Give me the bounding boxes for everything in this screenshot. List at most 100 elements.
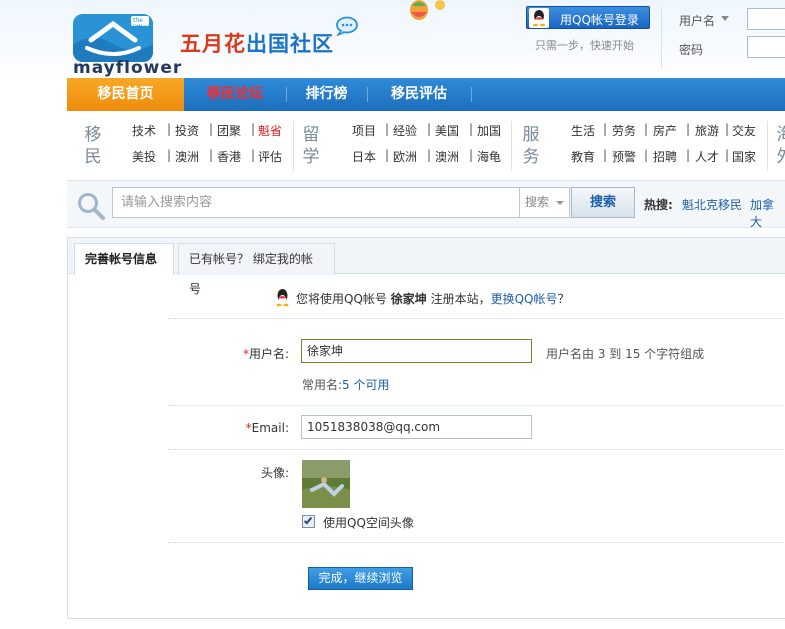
password-label: 密码 [679,43,704,57]
site-logo[interactable]: the little mayflower 五月花出国社区 [67,8,362,78]
category-link[interactable]: 美投 [132,148,156,165]
category-link[interactable]: 美国 [435,122,459,139]
link-separator: | [209,148,214,162]
hot-search-link[interactable]: 加拿大 [750,196,785,230]
link-separator: | [167,148,172,162]
link-separator: | [603,122,608,136]
usual-names-prefix: 常用名: [302,378,343,392]
link-separator: | [644,122,649,136]
link-separator: | [427,148,432,162]
category-heading-char: 务 [522,147,540,167]
category-link[interactable]: 教育 [571,148,595,165]
usual-names-link[interactable]: 5 个可用 [342,378,389,392]
nav-item-home[interactable]: 移民首页 [67,78,184,111]
search-type-select[interactable]: 搜索 [520,187,570,218]
link-separator: | [385,122,390,136]
row-divider [168,318,785,319]
row-divider [168,542,785,543]
category-heading-immigration: 移 民 [83,124,103,168]
balloon-icon [407,0,449,24]
link-separator: | [251,148,256,162]
category-link[interactable]: 团聚 [217,122,241,139]
category-heading-char: 服 [522,125,540,145]
link-separator: | [427,122,432,136]
logo-tagline: the little [133,17,147,31]
tab-complete-account[interactable]: 完善帐号信息 [74,243,174,275]
qq-login-button[interactable]: 用QQ帐号登录 [526,6,650,29]
category-link[interactable]: 劳务 [612,122,636,139]
category-heading-char: 学 [302,147,320,167]
link-separator: | [603,148,608,162]
link-separator: | [251,122,256,136]
speech-bubble-icon [335,16,359,37]
category-link[interactable]: 人才 [695,148,719,165]
site-header: the little mayflower 五月花出国社区 用QQ帐号登录 只需一… [0,0,785,78]
nav-item-evaluation[interactable]: 移民评估 [367,78,471,111]
hot-search-link[interactable]: 魁北克移民 [682,196,742,213]
username-label-text: 用户名: [248,347,289,361]
login-username-input[interactable] [747,8,785,30]
email-field[interactable]: 1051838038@qq.com [301,415,532,439]
category-heading-overseas: 海 外 [775,124,785,168]
category-link[interactable]: 技术 [132,122,156,139]
qq-login-label: 用QQ帐号登录 [560,13,639,27]
search-bar: 请输入搜索内容 搜索 搜索 热搜: 魁北克移民 加拿大 [67,181,785,230]
category-link[interactable]: 招聘 [653,148,677,165]
category-divider [511,121,512,171]
category-heading-char: 民 [84,147,102,167]
username-input[interactable]: 徐家坤 [301,339,532,363]
search-button[interactable]: 搜索 [571,187,635,218]
chevron-down-icon[interactable] [721,16,729,21]
use-qzone-avatar-checkbox[interactable] [302,515,315,528]
link-separator: | [686,122,691,136]
category-link[interactable]: 评估 [258,148,282,165]
tab-bind-account[interactable]: 已有帐号？ 绑定我的帐号 [178,243,335,296]
site-name-part2: 出国社区 [246,32,334,56]
category-link[interactable]: 欧洲 [393,148,417,165]
username-dropdown-label[interactable]: 用户名 [679,12,715,29]
nav-divider [471,87,472,102]
change-qq-account-link[interactable]: 更换QQ帐号 [491,292,558,306]
category-link[interactable]: 澳洲 [435,148,459,165]
category-link[interactable]: 海龟 [477,148,501,165]
login-password-input[interactable] [747,36,785,58]
qq-note-suffix: ？ [557,292,570,306]
logo-mark-icon: the little [73,14,153,62]
form-tabs: 完善帐号信息 已有帐号？ 绑定我的帐号 [68,238,785,296]
email-label-text: Email: [251,421,289,435]
category-divider [767,121,768,171]
submit-button[interactable]: 完成，继续浏览 [308,567,413,590]
category-link[interactable]: 澳洲 [175,148,199,165]
category-heading-char: 外 [775,146,785,168]
category-link[interactable]: 经验 [393,122,417,139]
category-link[interactable]: 生活 [571,122,595,139]
use-qzone-avatar-label[interactable]: 使用QQ空间头像 [323,514,414,531]
qq-note-prefix: 您将使用QQ帐号 [296,292,387,306]
category-link[interactable]: 项目 [352,122,376,139]
category-link[interactable]: 国家 [732,148,756,165]
hot-search-label: 热搜: [644,198,673,212]
search-input[interactable]: 请输入搜索内容 [112,187,520,218]
nav-item-forum[interactable]: 移民论坛 [184,78,286,111]
nav-item-ranking[interactable]: 排行榜 [286,78,367,111]
search-icon [76,191,106,221]
category-link[interactable]: 投资 [175,122,199,139]
link-separator: | [469,122,474,136]
category-link[interactable]: 交友 [732,122,756,139]
header-divider [661,6,662,68]
link-separator: | [725,122,730,136]
category-heading-char: 移 [84,125,102,145]
category-heading-study: 留 学 [301,124,321,168]
category-link[interactable]: 旅游 [695,122,719,139]
search-type-value: 搜索 [525,195,550,209]
avatar-label: 头像: [260,466,289,480]
category-link[interactable]: 加国 [477,122,501,139]
category-link[interactable]: 日本 [352,148,376,165]
category-link[interactable]: 魁省 [258,122,282,139]
chevron-down-icon [556,201,564,205]
category-link[interactable]: 预警 [612,148,636,165]
avatar [302,460,350,508]
category-link[interactable]: 房产 [653,122,677,139]
category-link[interactable]: 香港 [217,148,241,165]
row-divider [168,449,785,450]
